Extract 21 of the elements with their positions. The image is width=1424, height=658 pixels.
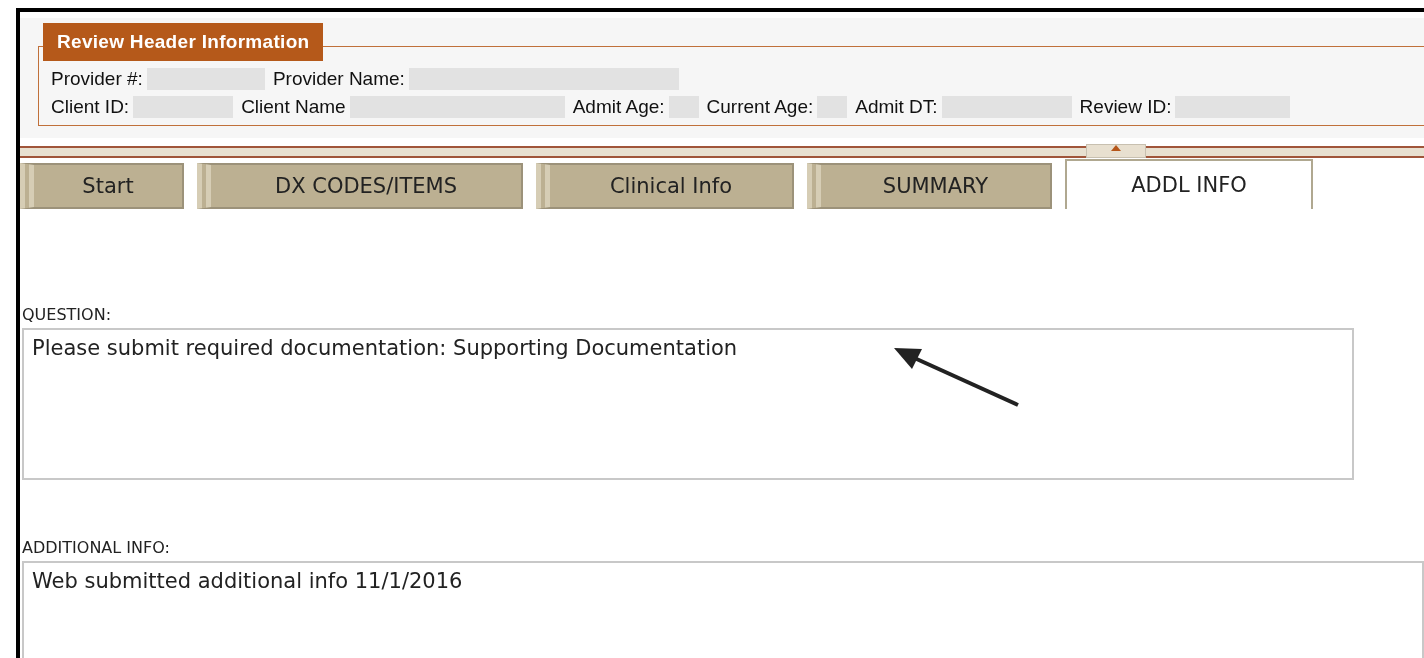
splitter-grip[interactable] xyxy=(1086,144,1146,158)
field-label: Provider Name: xyxy=(272,68,405,90)
field-label: ADDITIONAL INFO: xyxy=(22,538,171,557)
tab[interactable]: Clinical Info xyxy=(536,163,794,209)
field-label: Admit DT: xyxy=(855,96,938,118)
tab[interactable]: DX CODES/ITEMS xyxy=(197,163,523,209)
additional-info-text-box[interactable]: Web submitted additional info 11/1/2016 xyxy=(22,561,1424,658)
field-label: Client ID: xyxy=(51,96,130,118)
tab[interactable]: SUMMARY xyxy=(807,163,1052,209)
caret-icon xyxy=(1111,145,1121,151)
field-label: Provider #: xyxy=(51,68,143,90)
field-label: Admit Age: xyxy=(572,96,665,118)
group-title: Review Header Information xyxy=(43,23,324,61)
field-label: Client Name xyxy=(241,96,346,118)
field-label: Current Age: xyxy=(706,96,814,118)
field-label: Review ID: xyxy=(1079,96,1172,118)
tab[interactable]: Start xyxy=(20,163,184,209)
question-text-box[interactable]: Please submit required documentation: Supporting Documentation xyxy=(22,328,1354,480)
field-label: QUESTION: xyxy=(22,305,112,324)
splitter-bar[interactable] xyxy=(20,146,1424,158)
tab[interactable]: ADDL INFO xyxy=(1065,159,1313,209)
